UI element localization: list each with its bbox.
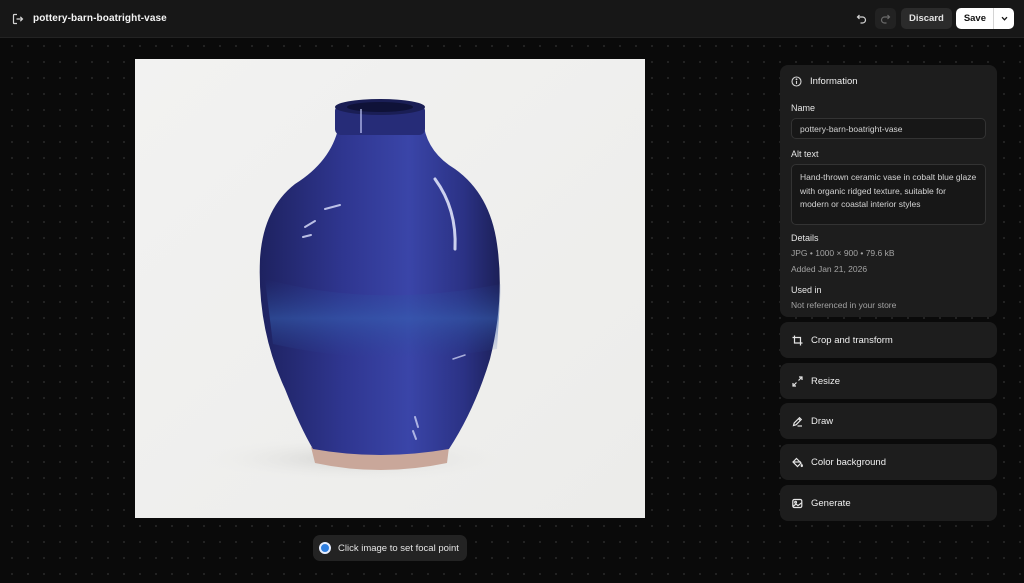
info-icon — [791, 76, 802, 87]
color-background-button[interactable]: Color background — [780, 444, 997, 480]
exit-icon[interactable] — [10, 11, 26, 27]
alt-text-label: Alt text — [791, 149, 819, 159]
chevron-down-icon — [1001, 16, 1007, 21]
focal-point-icon — [319, 542, 331, 554]
resize-icon — [792, 375, 803, 387]
top-bar: pottery-barn-boatright-vase Discard Save — [0, 0, 1024, 38]
name-field[interactable]: pottery-barn-boatright-vase — [791, 118, 986, 139]
generate-button[interactable]: Generate — [780, 485, 997, 521]
crop-icon — [792, 335, 803, 345]
undo-button[interactable] — [851, 8, 872, 29]
vase-image — [135, 59, 645, 518]
crop-transform-button[interactable]: Crop and transform — [780, 322, 997, 358]
information-header: Information — [791, 76, 986, 87]
paint-bucket-icon — [792, 457, 803, 467]
page-title: pottery-barn-boatright-vase — [33, 13, 167, 24]
color-background-label: Color background — [811, 456, 886, 468]
details-meta: JPG • 1000 × 900 • 79.6 kB — [791, 248, 895, 258]
generate-icon — [792, 498, 803, 508]
discard-button[interactable]: Discard — [900, 8, 952, 29]
resize-button[interactable]: Resize — [780, 363, 997, 399]
crop-transform-label: Crop and transform — [811, 334, 893, 346]
details-added: Added Jan 21, 2026 — [791, 264, 868, 274]
draw-icon — [792, 416, 803, 427]
generate-label: Generate — [811, 497, 851, 509]
name-label: Name — [791, 103, 816, 113]
details-label: Details — [791, 233, 819, 243]
save-options-button[interactable] — [994, 8, 1014, 29]
used-in-label: Used in — [791, 285, 822, 295]
redo-icon — [880, 14, 891, 24]
focal-hint-text: Click image to set focal point — [338, 542, 459, 554]
alt-text-field[interactable]: Hand-thrown ceramic vase in cobalt blue … — [791, 164, 986, 225]
draw-button[interactable]: Draw — [780, 403, 997, 439]
used-in-value: Not referenced in your store — [791, 300, 897, 310]
image-canvas[interactable] — [135, 59, 645, 518]
resize-label: Resize — [811, 375, 841, 387]
draw-label: Draw — [811, 415, 834, 427]
information-title: Information — [810, 76, 858, 87]
save-button[interactable]: Save — [956, 8, 994, 29]
save-button-group: Save — [955, 8, 1014, 29]
redo-button[interactable] — [874, 8, 896, 29]
information-panel: Information Name pottery-barn-boatright-… — [780, 65, 997, 317]
undo-icon — [856, 14, 866, 24]
focal-point-hint: Click image to set focal point — [313, 535, 467, 561]
